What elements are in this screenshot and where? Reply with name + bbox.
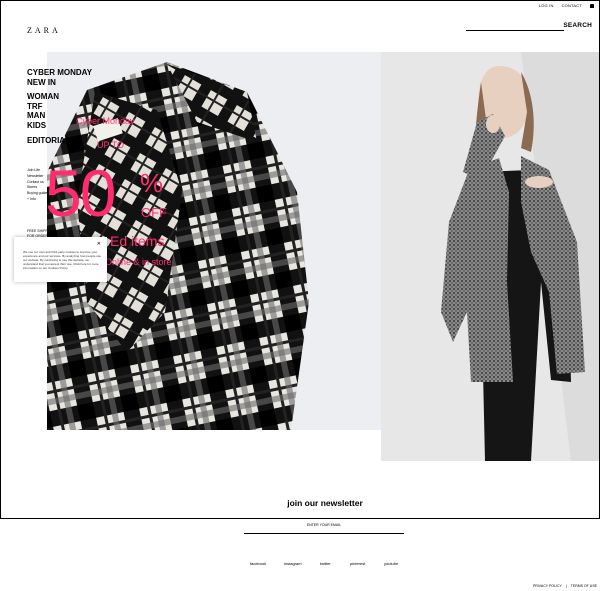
nav-item-cyber-monday[interactable]: CYBER MONDAY <box>27 68 92 78</box>
social-twitter[interactable]: twitter <box>320 561 331 566</box>
hero-model-image[interactable] <box>381 52 599 461</box>
search-label[interactable]: SEARCH <box>563 22 592 29</box>
nav-item-new-in[interactable]: NEW IN <box>27 78 92 88</box>
social-instagram[interactable]: instagram <box>284 561 302 566</box>
nav-item-trf[interactable]: TRF <box>27 102 92 112</box>
social-pinterest[interactable]: pinterest <box>350 561 365 566</box>
nav-item-kids[interactable]: KIDS <box>27 121 92 131</box>
footer-separator: | <box>565 584 567 588</box>
secondary-links: Join Life Newsletter Contact us Stores B… <box>27 168 47 203</box>
login-link[interactable]: LOG IN <box>539 3 554 8</box>
nav-item-woman[interactable]: WOMAN <box>27 92 92 102</box>
link-more-info[interactable]: + Info <box>27 197 47 203</box>
nav-item-man[interactable]: MAN <box>27 111 92 121</box>
close-icon[interactable]: ✕ <box>97 241 101 247</box>
social-facebook[interactable]: facebook <box>250 561 266 566</box>
newsletter-title: join our newsletter <box>287 498 363 508</box>
contact-link[interactable]: CONTACT <box>562 3 582 8</box>
terms-of-use-link[interactable]: TERMS OF USE <box>571 584 597 588</box>
search-input[interactable] <box>466 30 564 31</box>
shopping-bag-icon[interactable] <box>590 3 594 8</box>
cookie-notice: ✕ We use our own and third-party cookies… <box>14 237 107 282</box>
nav-item-editorial[interactable]: EDITORIAL <box>27 136 92 146</box>
search-bar[interactable]: SEARCH <box>466 22 592 32</box>
privacy-policy-link[interactable]: PRIVACY POLICY <box>533 584 562 588</box>
footer-links: PRIVACY POLICY | TERMS OF USE <box>533 584 597 588</box>
top-links: LOG IN CONTACT <box>539 3 594 8</box>
email-field[interactable]: ENTER YOUR EMAIL <box>244 521 404 534</box>
main-nav: CYBER MONDAY NEW IN WOMAN TRF MAN KIDS E… <box>27 68 92 145</box>
cookie-text: We use our own and third-party cookies t… <box>23 250 102 270</box>
social-youtube[interactable]: youtube <box>384 561 398 566</box>
zara-logo[interactable]: ZARA <box>27 26 61 35</box>
